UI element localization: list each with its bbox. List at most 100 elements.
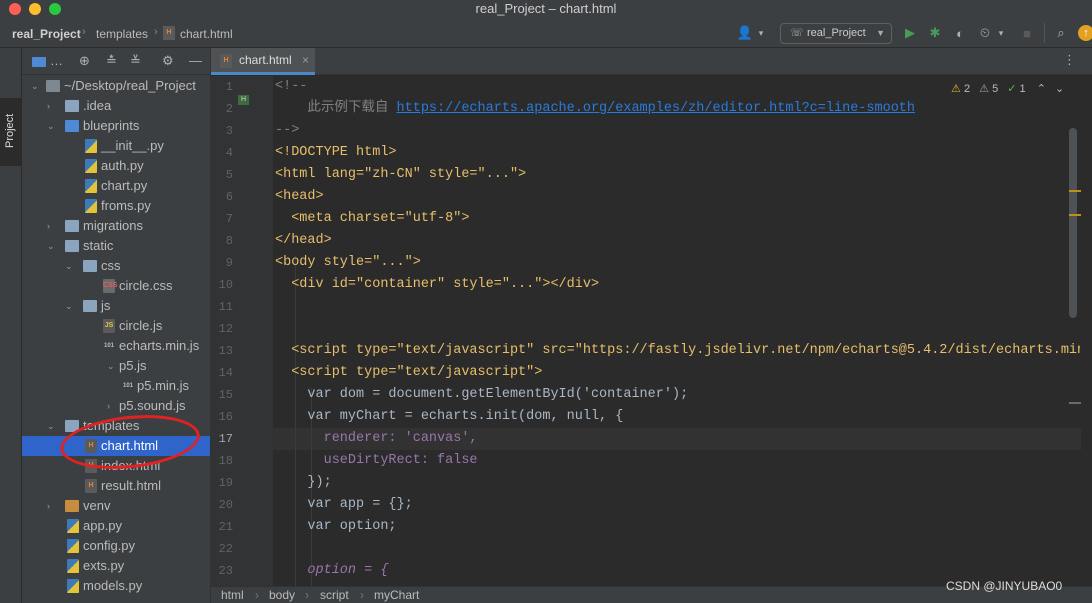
source-link[interactable]: https://echarts.apache.org/examples/zh/e… [397, 101, 915, 116]
close-icon[interactable]: × [302, 48, 309, 72]
tree-item-static[interactable]: ⌄ static [22, 236, 210, 256]
chevron-right-icon: › [360, 588, 364, 602]
code-line-2: 此示例下载自 https://echarts.apache.org/exampl… [275, 98, 915, 120]
hide-icon[interactable]: — [189, 53, 202, 68]
chevron-right-icon: › [305, 588, 309, 602]
breadcrumb-body[interactable]: body [269, 587, 295, 603]
tree-item-venv[interactable]: › venv [22, 496, 210, 516]
collapse-all-icon[interactable]: ≚ [130, 53, 141, 69]
chevron-up-icon[interactable]: ⌃ [1037, 83, 1046, 95]
tree-item-p5-js[interactable]: ⌄ p5.js [22, 356, 210, 376]
search-icon[interactable]: ⌕ [1052, 24, 1070, 42]
run-config-label: real_Project [807, 27, 866, 39]
code-line-3: --> [275, 123, 300, 138]
weak-warning-count: 5 [992, 83, 999, 95]
window-title: real_Project – chart.html [475, 1, 617, 16]
inspections-widget[interactable]: ⚠ 2 ⚠ 5 ✓ 1 ⌃ ⌄ [951, 82, 1064, 95]
update-icon[interactable]: ↑ [1078, 25, 1092, 41]
code-area[interactable]: <!-- 此示例下载自 https://echarts.apache.org/e… [275, 76, 1080, 586]
code-line-9: <body style="..."> [275, 255, 421, 270]
minimize-window-button[interactable] [29, 3, 41, 15]
code-line-20: var app = {}; [275, 497, 413, 512]
stop-icon[interactable]: ■ [1018, 24, 1036, 42]
more-tabs-icon[interactable]: ⋮ [1063, 52, 1076, 68]
error-stripe-mark[interactable] [1069, 402, 1081, 404]
tree-item-migrations[interactable]: › migrations [22, 216, 210, 236]
tree-item-js[interactable]: ⌄ js [22, 296, 210, 316]
folder-icon [65, 100, 79, 112]
code-line-19: }); [275, 475, 332, 490]
tree-item-exts-py[interactable]: exts.py [22, 556, 210, 576]
breadcrumb-mychart[interactable]: myChart [374, 587, 419, 603]
python-file-icon [85, 139, 97, 153]
tree-item-config-py[interactable]: config.py [22, 536, 210, 556]
code-line-10: <div id="container" style="..."></div> [275, 277, 600, 292]
debug-icon[interactable]: ✱ [926, 24, 944, 42]
locate-icon[interactable]: ⊕ [79, 53, 90, 69]
line-number: 10 [218, 278, 233, 292]
tree-item-app-py[interactable]: app.py [22, 516, 210, 536]
zoom-window-button[interactable] [49, 3, 61, 15]
tree-item-result-html[interactable]: Hresult.html [22, 476, 210, 496]
line-number: 21 [218, 520, 233, 534]
run-config-select[interactable]: ☏ real_Project ▼ [780, 23, 892, 44]
tree-item-models-py[interactable]: models.py [22, 576, 210, 596]
close-window-button[interactable] [9, 3, 21, 15]
run-icon[interactable]: ▶ [901, 24, 919, 42]
nav-crumb-templates[interactable]: templates [96, 27, 148, 41]
vertical-scrollbar[interactable] [1069, 128, 1077, 318]
python-file-icon [67, 519, 79, 533]
binary-file-icon: 101 [103, 343, 114, 349]
tree-item-circle-js[interactable]: JS circle.js [22, 316, 210, 336]
tree-item-echarts-min-js[interactable]: 101 echarts.min.js [22, 336, 210, 356]
tree-item-blueprints[interactable]: ⌄ blueprints [22, 116, 210, 136]
code-line-13: <script type="text/javascript" src="http… [275, 343, 1080, 358]
typo-icon: ✓ [1007, 83, 1017, 95]
typo-count: 1 [1019, 83, 1026, 95]
tree-item-p5-min-js[interactable]: 101 p5.min.js [22, 376, 210, 396]
chevron-down-icon: ▾ [998, 27, 1004, 38]
tree-item-root[interactable]: ⌄ ~/Desktop/real_Project [22, 76, 210, 96]
code-line-23: option = { [275, 563, 389, 578]
breadcrumb-html[interactable]: html [221, 587, 244, 603]
tab-chart-html[interactable]: H chart.html × [211, 48, 315, 75]
gutter: 1 2 3 4 5 6 7 8 9 10 11 12 13 14 15 16 1… [211, 76, 299, 586]
project-panel: … ⊕ ≛ ≚ ⚙ — ⌄ ~/Desktop/real_Project › .id… [22, 48, 210, 603]
warning-icon: ⚠ [951, 83, 961, 95]
code-line-4: <!DOCTYPE html> [275, 145, 397, 160]
binary-file-icon: 101 [122, 383, 133, 389]
tree-item-idea[interactable]: › .idea [22, 96, 210, 116]
python-file-icon [67, 559, 79, 573]
code-line-15: var dom = document.getElementById('conta… [275, 387, 689, 402]
python-file-icon [85, 179, 97, 193]
tree-item-froms-py[interactable]: froms.py [22, 196, 210, 216]
line-number: 20 [218, 498, 233, 512]
more-icon[interactable]: … [50, 53, 63, 68]
python-file-icon [67, 579, 79, 593]
expand-all-icon[interactable]: ≛ [106, 53, 117, 69]
error-stripe-mark[interactable] [1069, 190, 1081, 192]
line-number: 17 [218, 432, 233, 446]
gear-icon[interactable]: ⚙ [162, 53, 174, 69]
tree-item-auth-py[interactable]: auth.py [22, 156, 210, 176]
tree-item-circle-css[interactable]: CSS circle.css [22, 276, 210, 296]
line-number: 14 [218, 366, 233, 380]
navigation-bar: real_Project › templates › H chart.html … [0, 20, 1092, 48]
tree-item-init-py[interactable]: __init__.py [22, 136, 210, 156]
python-file-icon [85, 159, 97, 173]
nav-crumb-project[interactable]: real_Project [12, 27, 81, 41]
tree-item-p5-sound-js[interactable]: › p5.sound.js [22, 396, 210, 416]
coverage-icon[interactable]: ◐ [951, 24, 969, 42]
error-stripe-mark[interactable] [1069, 214, 1081, 216]
project-view-icon[interactable] [32, 57, 46, 67]
html-file-icon: H [163, 26, 175, 40]
chevron-down-icon[interactable]: ⌄ [1055, 83, 1064, 95]
code-line-6: <head> [275, 189, 324, 204]
line-number: 18 [218, 454, 233, 468]
breadcrumb-script[interactable]: script [320, 587, 349, 603]
tab-label: chart.html [239, 53, 292, 67]
nav-crumb-file[interactable]: chart.html [180, 27, 233, 41]
css-file-icon: CSS [103, 279, 117, 293]
tree-item-css[interactable]: ⌄ css [22, 256, 210, 276]
tree-item-chart-py[interactable]: chart.py [22, 176, 210, 196]
